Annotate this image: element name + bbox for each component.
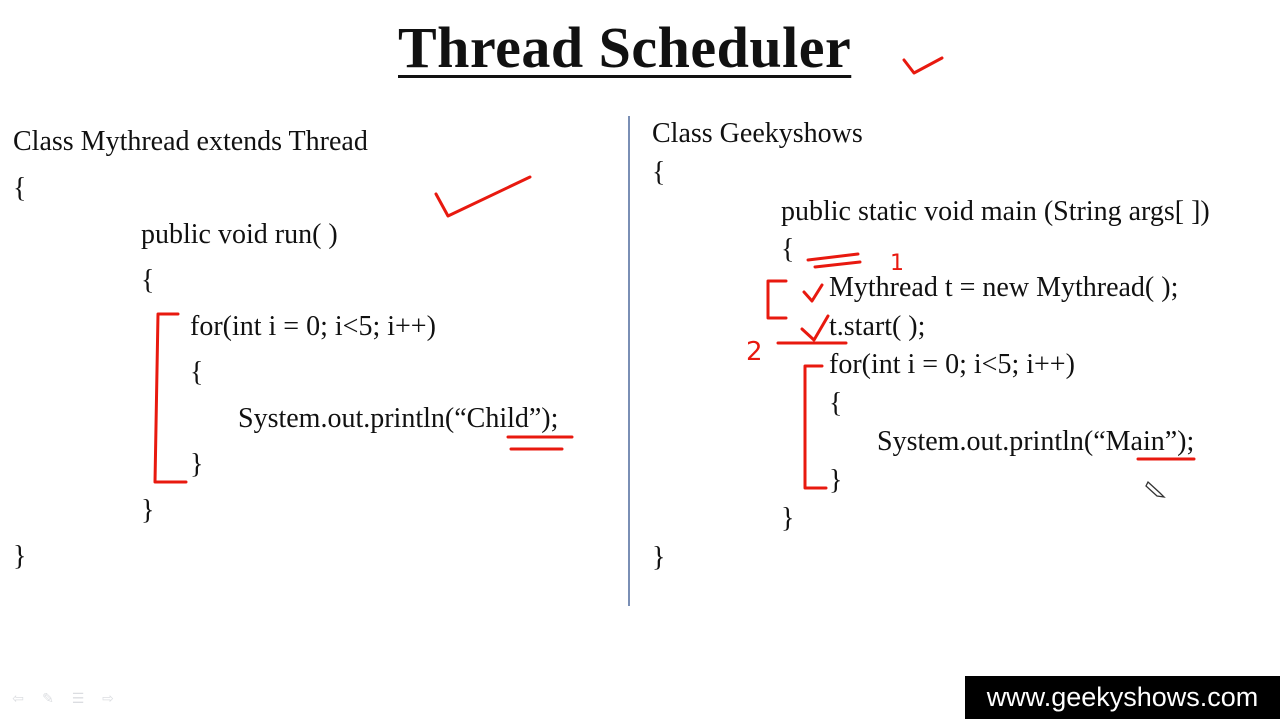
right-loop-bracket bbox=[803, 364, 828, 490]
right-code-line: for(int i = 0; i<5; i++) bbox=[829, 349, 1075, 380]
left-code-line: { bbox=[13, 173, 27, 204]
run-checkmark-icon bbox=[434, 175, 532, 218]
start-checkmark-icon bbox=[800, 314, 830, 342]
left-code-line: System.out.println(“Child”); bbox=[238, 403, 559, 434]
left-code-line: public void run( ) bbox=[141, 219, 338, 250]
slide: Thread Scheduler Class Mythread extends … bbox=[0, 0, 1280, 719]
right-code-line: t.start( ); bbox=[829, 311, 926, 342]
annotation-number-two: 2 bbox=[746, 337, 763, 367]
left-code-line: for(int i = 0; i<5; i++) bbox=[190, 311, 436, 342]
slide-title: Thread Scheduler bbox=[398, 15, 852, 80]
left-code-line: { bbox=[141, 265, 155, 296]
right-code-line: { bbox=[652, 157, 666, 188]
left-code-line: } bbox=[141, 495, 155, 526]
right-code-line: } bbox=[652, 542, 666, 573]
right-code-line: System.out.println(“Main”); bbox=[877, 426, 1195, 457]
main-brace-strikeout bbox=[806, 252, 862, 269]
right-code-line: } bbox=[829, 465, 843, 496]
right-code-line: { bbox=[781, 234, 795, 265]
slideshow-nav-controls: ⇦ ✎ ☰ ⇨ bbox=[8, 691, 118, 711]
child-double-underline bbox=[506, 435, 574, 451]
right-code-line: } bbox=[781, 503, 795, 534]
left-code-line: } bbox=[13, 541, 27, 572]
back-arrow-icon[interactable]: ⇦ bbox=[8, 691, 28, 707]
pen-cursor-icon bbox=[1145, 480, 1166, 498]
left-code-line: } bbox=[190, 449, 204, 480]
right-code-line: Class Geekyshows bbox=[652, 118, 863, 149]
left-code-line: Class Mythread extends Thread bbox=[13, 126, 368, 157]
left-code-line: { bbox=[190, 357, 204, 388]
pen-icon[interactable]: ✎ bbox=[38, 691, 58, 707]
watermark-banner: www.geekyshows.com bbox=[965, 676, 1280, 719]
title-checkmark-icon bbox=[902, 56, 944, 75]
menu-icon[interactable]: ☰ bbox=[68, 691, 88, 707]
right-code-line: { bbox=[829, 388, 843, 419]
left-loop-bracket bbox=[153, 312, 188, 484]
object-bracket bbox=[766, 279, 788, 320]
right-code-line: public static void main (String args[ ]) bbox=[781, 196, 1210, 227]
mythread-checkmark-icon bbox=[802, 283, 824, 303]
forward-arrow-icon[interactable]: ⇨ bbox=[98, 691, 118, 707]
column-divider bbox=[628, 116, 630, 606]
right-code-line: Mythread t = new Mythread( ); bbox=[829, 272, 1179, 303]
